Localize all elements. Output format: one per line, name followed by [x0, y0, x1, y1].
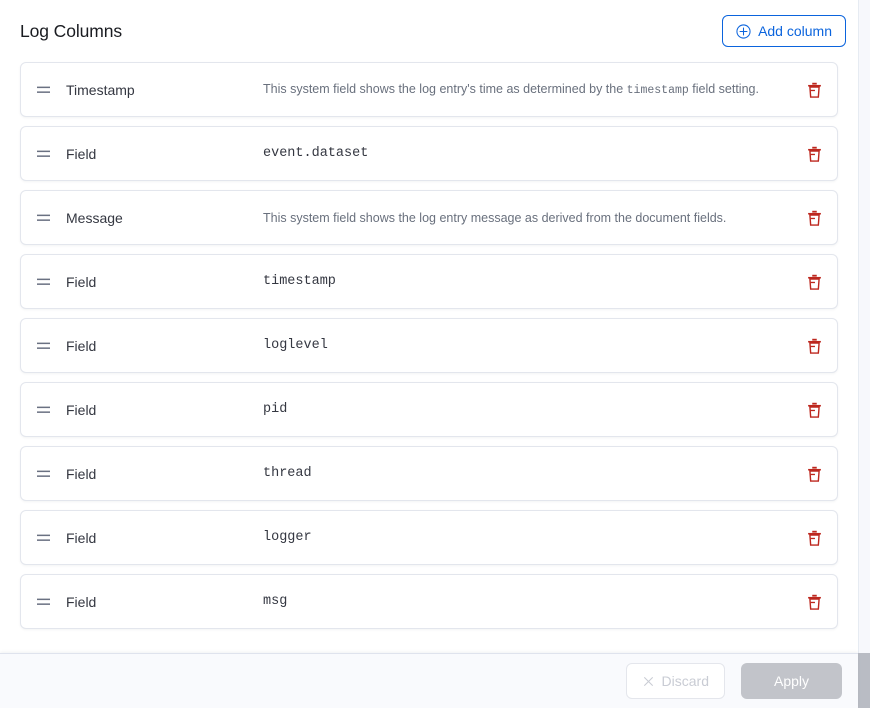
row-field-name: loglevel: [263, 338, 328, 353]
delete-column-button[interactable]: [791, 530, 837, 546]
table-row[interactable]: Field msg: [20, 574, 838, 629]
table-row[interactable]: Timestamp This system field shows the log…: [20, 62, 838, 117]
row-type-label: Field: [66, 401, 97, 418]
panel-footer: Discard Apply: [0, 653, 858, 708]
row-type-label: Field: [66, 337, 97, 354]
discard-button[interactable]: Discard: [625, 663, 725, 699]
cross-icon: [642, 675, 655, 688]
row-type-label: Field: [66, 273, 97, 290]
add-column-label: Add column: [758, 23, 832, 39]
right-gutter-footer: [858, 653, 870, 708]
delete-column-button[interactable]: [791, 82, 837, 98]
right-gutter: [858, 0, 870, 653]
drag-handle-icon[interactable]: [21, 598, 66, 606]
table-row[interactable]: Field logger: [20, 510, 838, 565]
row-type-label: Field: [66, 465, 97, 482]
drag-handle-icon[interactable]: [21, 278, 66, 286]
table-row[interactable]: Field loglevel: [20, 318, 838, 373]
delete-column-button[interactable]: [791, 338, 837, 354]
delete-column-button[interactable]: [791, 594, 837, 610]
row-field-name: logger: [263, 530, 312, 545]
row-field-name: timestamp: [263, 274, 336, 289]
table-row[interactable]: Message This system field shows the log e…: [20, 190, 838, 245]
drag-handle-icon[interactable]: [21, 214, 66, 222]
row-field-name: event.dataset: [263, 146, 369, 161]
panel-scroll-area[interactable]: Log Columns Add column Timestamp This sys…: [0, 0, 858, 653]
table-row[interactable]: Field pid: [20, 382, 838, 437]
add-column-button[interactable]: Add column: [722, 15, 846, 47]
row-type-label: Timestamp: [66, 81, 135, 98]
row-description-code: timestamp: [626, 84, 689, 97]
row-field-name: thread: [263, 466, 312, 481]
row-description: This system field shows the log entry me…: [263, 211, 791, 225]
table-row[interactable]: Field thread: [20, 446, 838, 501]
log-columns-list: Timestamp This system field shows the log…: [0, 62, 858, 643]
delete-column-button[interactable]: [791, 466, 837, 482]
drag-handle-icon[interactable]: [21, 406, 66, 414]
apply-label: Apply: [773, 673, 810, 689]
delete-column-button[interactable]: [791, 274, 837, 290]
page-title: Log Columns: [20, 21, 123, 41]
table-row[interactable]: Field timestamp: [20, 254, 838, 309]
row-type-label: Field: [66, 529, 97, 546]
drag-handle-icon[interactable]: [21, 150, 66, 158]
delete-column-button[interactable]: [791, 402, 837, 418]
row-field-name: msg: [263, 594, 288, 609]
drag-handle-icon[interactable]: [21, 86, 66, 94]
row-type-label: Message: [66, 209, 123, 226]
table-row[interactable]: Field event.dataset: [20, 126, 838, 181]
discard-label: Discard: [661, 673, 709, 689]
row-description-text-tail: field setting.: [688, 82, 759, 96]
drag-handle-icon[interactable]: [21, 342, 66, 350]
panel-header: Log Columns Add column: [0, 0, 858, 62]
drag-handle-icon[interactable]: [21, 534, 66, 542]
drag-handle-icon[interactable]: [21, 470, 66, 478]
plus-in-circle-icon: [736, 23, 751, 39]
apply-button[interactable]: Apply: [741, 663, 842, 699]
delete-column-button[interactable]: [791, 210, 837, 226]
row-description: This system field shows the log entry's …: [263, 82, 791, 97]
row-type-label: Field: [66, 593, 97, 610]
row-field-name: pid: [263, 402, 288, 417]
row-description-text: This system field shows the log entry me…: [263, 210, 727, 225]
row-type-label: Field: [66, 145, 97, 162]
log-columns-panel: Log Columns Add column Timestamp This sys…: [0, 0, 870, 708]
row-description-text: This system field shows the log entry's …: [263, 82, 627, 96]
delete-column-button[interactable]: [791, 146, 837, 162]
